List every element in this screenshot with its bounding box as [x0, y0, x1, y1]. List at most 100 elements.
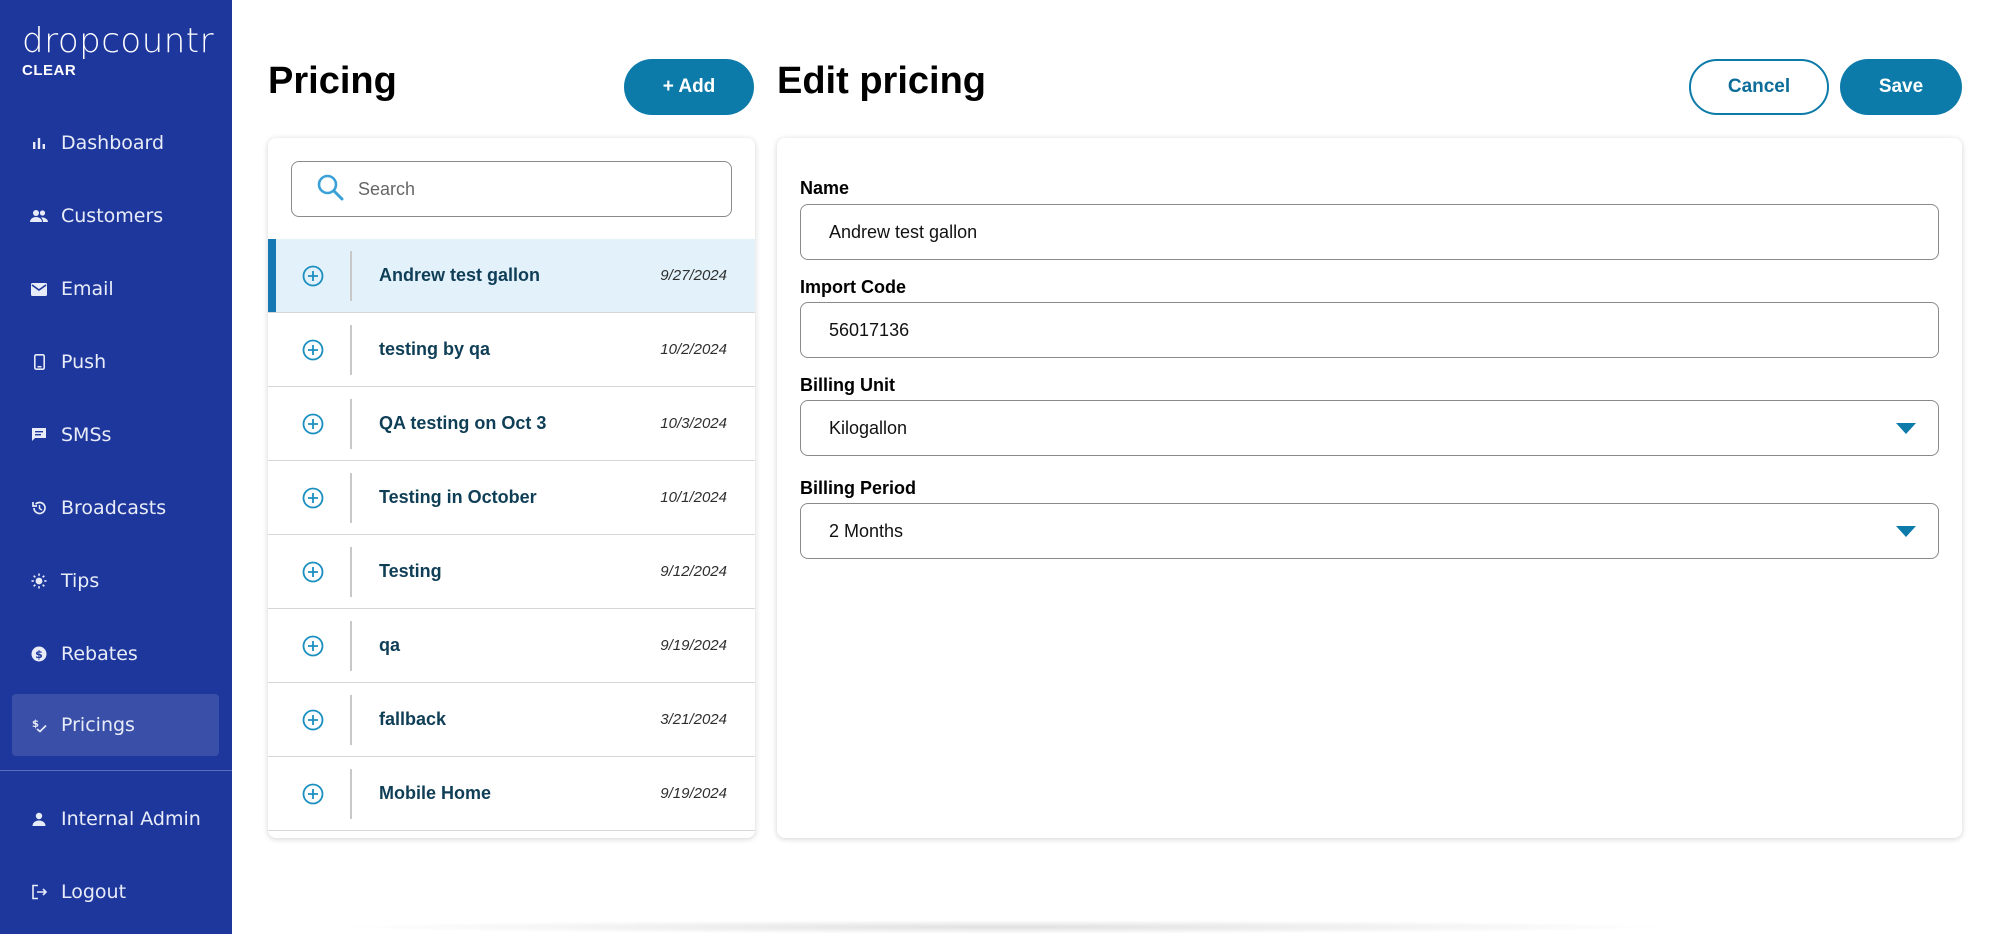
pricing-title: Pricing	[268, 60, 397, 102]
pricing-name: Mobile Home	[379, 783, 492, 803]
pricing-name: Andrew test gallon	[379, 265, 541, 285]
row-divider	[350, 769, 352, 819]
pricing-list-panel: Andrew test gallon 9/27/2024 testing by …	[268, 138, 755, 838]
name-input[interactable]	[829, 221, 1879, 243]
pricing-name: qa	[379, 635, 401, 655]
sidebar-item-label: Pricings	[61, 714, 135, 736]
sidebar-item-broadcasts[interactable]: Broadcasts	[12, 477, 219, 539]
add-circle-icon[interactable]	[301, 412, 325, 436]
pricing-name: Testing in October	[379, 487, 537, 507]
brand-logo: dropcountr CLEAR	[22, 22, 214, 79]
sidebar-item-logout[interactable]: Logout	[12, 861, 219, 923]
sidebar-item-label: Tips	[61, 570, 100, 592]
sidebar-item-label: Rebates	[61, 643, 138, 665]
list-item[interactable]: Testing in October 10/1/2024	[268, 461, 755, 535]
list-item[interactable]: testing by qa 10/2/2024	[268, 313, 755, 387]
pricing-date: 10/1/2024	[660, 489, 727, 506]
sidebar-item-label: Customers	[61, 205, 164, 227]
pricing-name: fallback	[379, 709, 447, 729]
list-item[interactable]: Andrew test gallon 9/27/2024	[268, 239, 755, 313]
phone-icon	[30, 353, 48, 371]
search-input[interactable]	[358, 178, 718, 200]
message-icon	[30, 426, 48, 444]
row-divider	[350, 325, 352, 375]
name-label: Name	[800, 178, 850, 198]
pricing-name: testing by qa	[379, 339, 491, 359]
brand-subtitle: CLEAR	[22, 62, 77, 79]
add-circle-icon[interactable]	[301, 560, 325, 584]
sidebar-item-label: Dashboard	[61, 132, 165, 154]
billing-unit-select[interactable]: Kilogallon	[800, 400, 1939, 456]
pricing-date: 9/19/2024	[660, 785, 727, 802]
chevron-down-icon	[1896, 423, 1916, 434]
search-field[interactable]	[291, 161, 732, 217]
add-circle-icon[interactable]	[301, 486, 325, 510]
sidebar-item-smss[interactable]: SMSs	[12, 404, 219, 466]
billing-unit-label: Billing Unit	[800, 375, 895, 395]
people-icon	[30, 207, 48, 225]
sidebar-item-rebates[interactable]: $ Rebates	[12, 623, 219, 685]
svg-text:$: $	[35, 648, 43, 661]
sidebar-item-internal-admin[interactable]: Internal Admin	[12, 788, 219, 850]
import-code-input[interactable]	[829, 319, 1879, 341]
list-item[interactable]: Testing 9/12/2024	[268, 535, 755, 609]
list-item[interactable]: fallback 3/21/2024	[268, 683, 755, 757]
sidebar-item-pricings[interactable]: $ Pricings	[12, 694, 219, 756]
row-divider	[350, 547, 352, 597]
add-circle-icon[interactable]	[301, 708, 325, 732]
pricing-name: Testing	[379, 561, 442, 581]
pricing-date: 9/27/2024	[660, 267, 727, 284]
sidebar-item-tips[interactable]: Tips	[12, 550, 219, 612]
sidebar: dropcountr CLEAR Dashboard Customers Ema…	[0, 0, 232, 934]
save-button[interactable]: Save	[1840, 59, 1962, 115]
list-item[interactable]: Mobile Home 9/19/2024	[268, 757, 755, 831]
add-circle-icon[interactable]	[301, 782, 325, 806]
import-code-field[interactable]	[800, 302, 1939, 358]
pricing-date: 9/12/2024	[660, 563, 727, 580]
add-circle-icon[interactable]	[301, 634, 325, 658]
chevron-down-icon	[1896, 526, 1916, 537]
name-field[interactable]	[800, 204, 1939, 260]
pricing-icon: $	[30, 716, 48, 734]
row-divider	[350, 251, 352, 301]
sidebar-item-label: Email	[61, 278, 114, 300]
pricing-name: QA testing on Oct 3	[379, 413, 547, 433]
sidebar-item-dashboard[interactable]: Dashboard	[12, 112, 219, 174]
sidebar-item-label: SMSs	[61, 424, 112, 446]
add-pricing-button[interactable]: + Add	[624, 59, 754, 115]
sidebar-item-email[interactable]: Email	[12, 258, 219, 320]
svg-text:$: $	[32, 719, 39, 730]
bar-chart-icon	[30, 134, 48, 152]
billing-period-label: Billing Period	[800, 478, 917, 498]
edit-pricing-title: Edit pricing	[777, 60, 986, 102]
edit-pricing-panel: Name Import Code Billing Unit Kilogallon…	[777, 138, 1962, 838]
billing-period-select[interactable]: 2 Months	[800, 503, 1939, 559]
list-item[interactable]: qa 9/19/2024	[268, 609, 755, 683]
brand-name: dropcountr	[22, 21, 215, 61]
sidebar-item-push[interactable]: Push	[12, 331, 219, 393]
billing-period-value: 2 Months	[829, 520, 904, 541]
dollar-icon: $	[30, 645, 48, 663]
add-circle-icon[interactable]	[301, 338, 325, 362]
row-divider	[350, 473, 352, 523]
pricing-date: 9/19/2024	[660, 637, 727, 654]
person-icon	[30, 810, 48, 828]
add-circle-icon[interactable]	[301, 264, 325, 288]
list-item[interactable]: QA testing on Oct 3 10/3/2024	[268, 387, 755, 461]
pricing-date: 10/3/2024	[660, 415, 727, 432]
sidebar-item-label: Push	[61, 351, 107, 373]
sidebar-item-label: Logout	[61, 881, 127, 903]
logout-icon	[30, 883, 48, 901]
sun-icon	[30, 572, 48, 590]
row-divider	[350, 399, 352, 449]
cancel-button[interactable]: Cancel	[1689, 59, 1829, 115]
history-icon	[30, 499, 48, 517]
sidebar-item-customers[interactable]: Customers	[12, 185, 219, 247]
row-divider	[350, 695, 352, 745]
pricing-date: 10/2/2024	[660, 341, 727, 358]
sidebar-divider	[0, 770, 232, 771]
billing-unit-value: Kilogallon	[829, 417, 908, 438]
import-code-label: Import Code	[800, 277, 906, 297]
row-divider	[350, 621, 352, 671]
sidebar-item-label: Internal Admin	[61, 808, 201, 830]
